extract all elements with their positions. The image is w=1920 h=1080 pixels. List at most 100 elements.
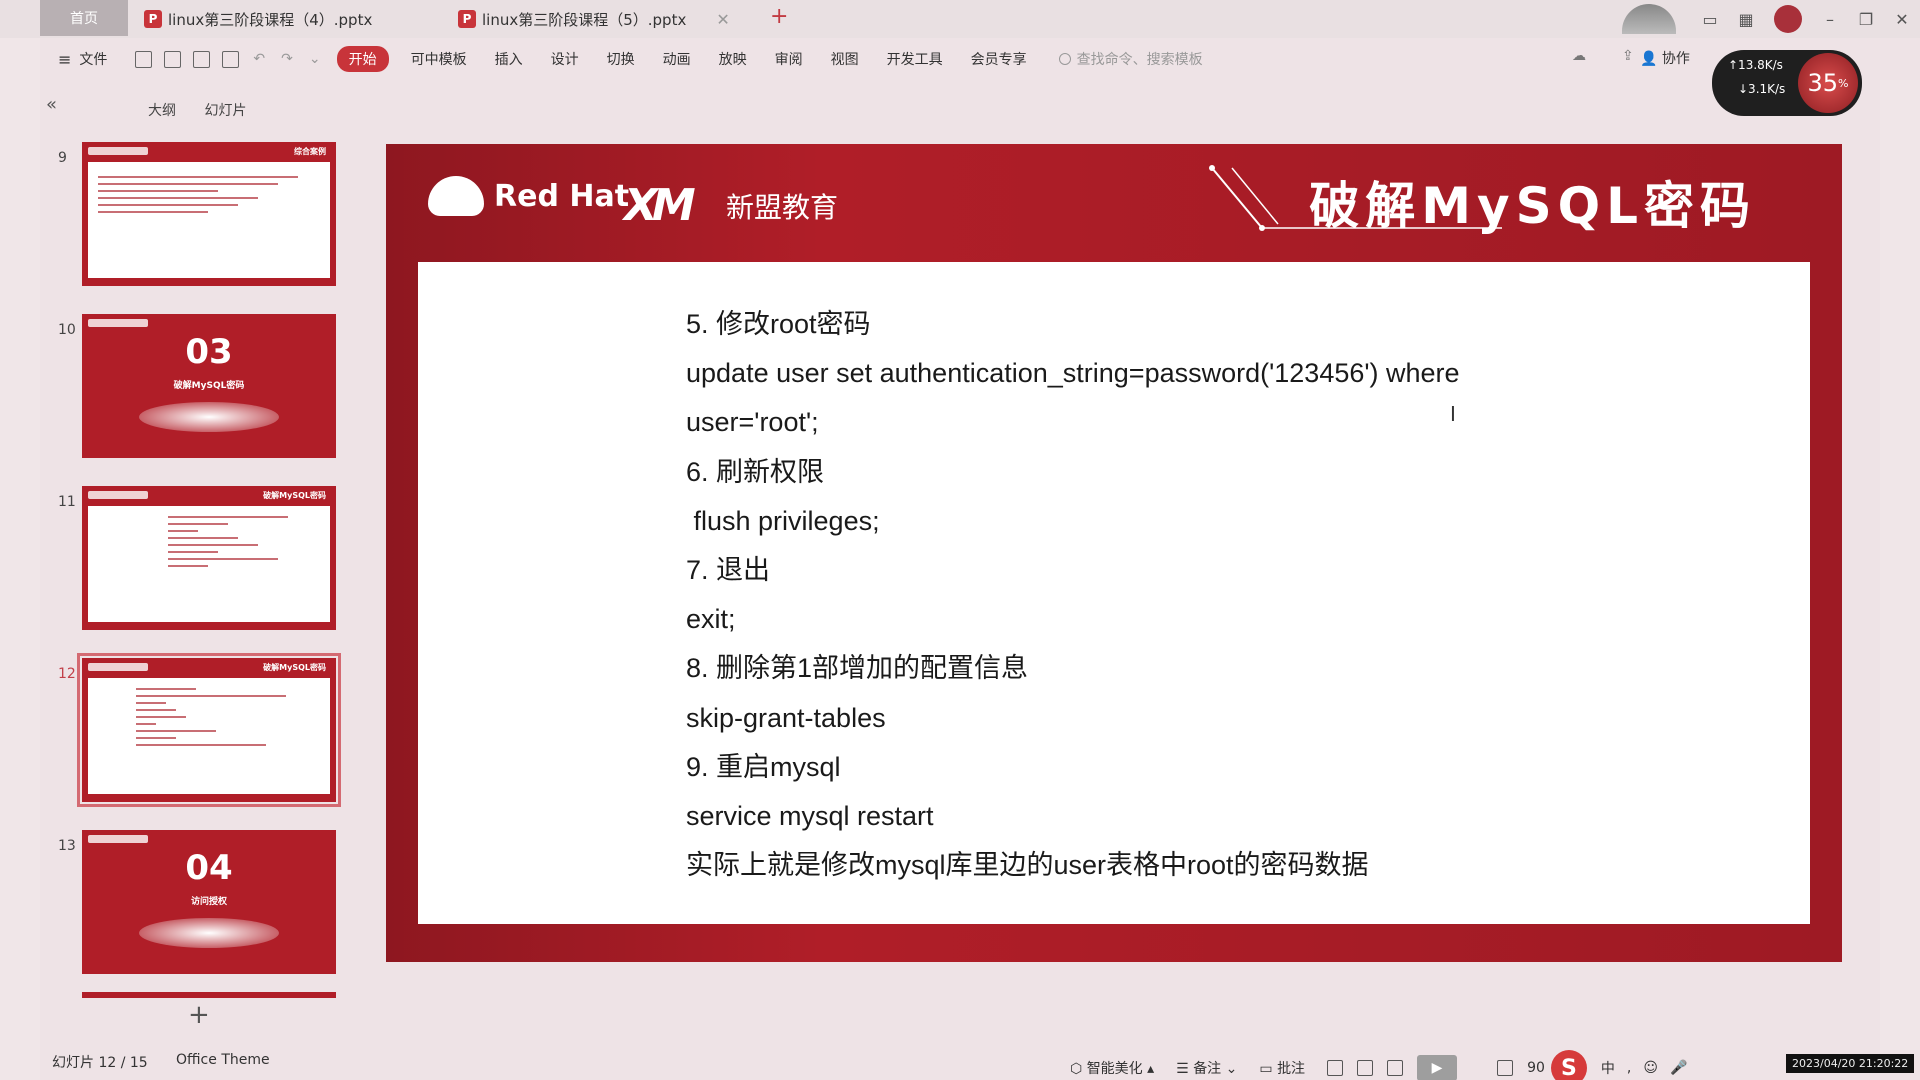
tab-home[interactable]: 开始 <box>336 46 389 72</box>
ime-punct-icon[interactable]: , <box>1627 1060 1631 1076</box>
slide-sorter-icon[interactable] <box>1357 1060 1374 1076</box>
slide-text-line: update user set authentication_string=pa… <box>686 358 1460 389</box>
thumb-body <box>88 678 330 794</box>
usage-gauge: 35% <box>1798 53 1858 113</box>
slide-text-line: 实际上就是修改mysql库里边的user表格中root的密码数据 <box>686 850 1369 881</box>
status-bar: 幻灯片 12 / 15 Office Theme ⬡ 智能美化 ▴ ☰ 备注 ⌄… <box>0 1046 1920 1080</box>
export-icon[interactable] <box>164 50 182 68</box>
thumb-title: 综合案例 <box>294 147 326 156</box>
ime-language[interactable]: 中 <box>1601 1058 1615 1078</box>
slide-thumbnail-row[interactable]: 13 04 访问授权 <box>40 830 350 976</box>
tab-outline[interactable]: 大纲 <box>148 103 176 119</box>
slide-thumbnail-row[interactable]: 9 综合案例 <box>40 142 350 288</box>
slide-text-box[interactable]: 5. 修改root密码 update user set authenticati… <box>686 300 1460 890</box>
add-slide-button[interactable]: + <box>188 1000 210 1030</box>
tab-transitions[interactable]: 切换 <box>607 49 635 69</box>
cooperate-label: 协作 <box>1661 51 1690 67</box>
tab-developer[interactable]: 开发工具 <box>887 49 943 69</box>
slide-text-line: user='root'; <box>686 407 819 438</box>
thumb-logo <box>88 491 148 499</box>
more-chevron-icon[interactable]: ⌄ <box>309 51 321 67</box>
tab-templates[interactable]: 可中模板 <box>411 49 467 69</box>
ime-logo-icon[interactable]: S <box>1550 1050 1587 1080</box>
slide-thumbnail-row[interactable]: 11 破解MySQL密码 <box>40 486 350 632</box>
smart-beautify-button[interactable]: ⬡ 智能美化 ▴ <box>1070 1058 1154 1078</box>
share-icon[interactable]: ⇪ <box>1622 48 1634 64</box>
close-tab-icon[interactable]: ✕ <box>716 10 729 29</box>
cooperate-button[interactable]: 👤 协作 <box>1640 48 1690 68</box>
undo-icon[interactable]: ↶ <box>253 51 265 67</box>
menu-file[interactable]: 文件 <box>79 49 107 69</box>
cloud-sync-icon[interactable]: ☁ <box>1572 48 1586 64</box>
panel-view-tabs: 大纲 幻灯片 <box>148 100 270 120</box>
tab-member[interactable]: 会员专享 <box>971 49 1027 69</box>
zoom-level[interactable]: 90 <box>1527 1060 1545 1076</box>
system-clock: 2023/04/20 21:20:22 <box>1786 1054 1915 1073</box>
slide-thumbnail-row[interactable]: 12 破解MySQL密码 <box>40 653 350 807</box>
slide-thumbnail[interactable]: 03 破解MySQL密码 <box>82 314 336 458</box>
tab-slides[interactable]: 幻灯片 <box>204 103 246 119</box>
slide-thumbnail[interactable]: 综合案例 <box>82 142 336 286</box>
tab-insert[interactable]: 插入 <box>495 49 523 69</box>
redo-icon[interactable]: ↷ <box>281 51 293 67</box>
slide-canvas[interactable]: Red Hat XM 新盟教育 破解MySQL密码 5. 修改root密码 up… <box>386 144 1842 962</box>
home-tab[interactable]: 首页 <box>40 0 128 36</box>
comments-button[interactable]: ▭ 批注 <box>1259 1058 1305 1078</box>
reading-view-icon[interactable] <box>1387 1060 1404 1076</box>
restore-icon[interactable]: ❐ <box>1848 10 1884 29</box>
minimize-icon[interactable]: – <box>1812 10 1848 29</box>
microphone-icon[interactable]: 🎤 <box>1670 1060 1687 1076</box>
slide-thumbnail[interactable]: 04 访问授权 <box>82 830 336 974</box>
ribbon-menu-bar: ≡ 文件 ↶ ↷ ⌄ 开始 可中模板 插入 设计 切换 动画 放映 审阅 视图 … <box>0 38 1920 80</box>
new-tab-button[interactable]: + <box>770 4 788 29</box>
slide-thumbnail-row[interactable]: 10 03 破解MySQL密码 <box>40 314 350 460</box>
slide-number: 12 <box>58 666 76 682</box>
theme-name[interactable]: Office Theme <box>176 1052 270 1068</box>
collapse-panel-icon[interactable]: « <box>46 94 57 115</box>
notes-button[interactable]: ☰ 备注 ⌄ <box>1176 1058 1237 1078</box>
slide-number: 10 <box>58 322 76 338</box>
doc-tab-1[interactable]: P linux第三阶段课程（4）.pptx <box>144 4 372 34</box>
play-slideshow-button[interactable]: ▶ <box>1417 1055 1458 1080</box>
status-bar-controls: ⬡ 智能美化 ▴ ☰ 备注 ⌄ ▭ 批注 ▶ 90 S 中 , ☺ 🎤 <box>1070 1050 1699 1080</box>
slide-text-line: 8. 删除第1部增加的配置信息 <box>686 653 1029 684</box>
slide-content-area[interactable]: 5. 修改root密码 update user set authenticati… <box>418 262 1810 924</box>
avatar[interactable] <box>1774 5 1802 33</box>
window-layout-icon[interactable]: ▭ <box>1692 10 1728 29</box>
person-icon: 👤 <box>1640 51 1658 67</box>
normal-view-icon[interactable] <box>1327 1060 1344 1076</box>
notes-label: 备注 <box>1193 1061 1222 1077</box>
slide-text-line: 9. 重启mysql <box>686 751 841 782</box>
print-preview-icon[interactable] <box>222 50 240 68</box>
fit-window-icon[interactable] <box>1497 1060 1514 1076</box>
close-window-icon[interactable]: ✕ <box>1884 10 1920 29</box>
tab-design[interactable]: 设计 <box>551 49 579 69</box>
slide-number: 13 <box>58 838 76 854</box>
emoji-icon[interactable]: ☺ <box>1643 1060 1658 1076</box>
download-speed: ↓3.1K/s <box>1738 82 1786 96</box>
slide-number: 9 <box>58 150 67 166</box>
save-icon[interactable] <box>135 50 153 68</box>
tab-view[interactable]: 视图 <box>831 49 859 69</box>
tab-animations[interactable]: 动画 <box>663 49 691 69</box>
command-search[interactable]: 查找命令、搜索模板 <box>1058 49 1203 69</box>
tab-slideshow[interactable]: 放映 <box>719 49 747 69</box>
doc-tab-2[interactable]: P linux第三阶段课程（5）.pptx ✕ <box>458 4 730 34</box>
slide-counter: 幻灯片 12 / 15 <box>52 1055 148 1071</box>
apps-grid-icon[interactable]: ▦ <box>1728 10 1764 29</box>
tab-review[interactable]: 审阅 <box>775 49 803 69</box>
slide-title[interactable]: 破解MySQL密码 <box>1309 166 1756 238</box>
thumb-section-title: 破解MySQL密码 <box>173 381 245 391</box>
thumb-logo <box>88 319 148 327</box>
next-thumbnail-peek <box>82 992 336 998</box>
print-icon[interactable] <box>193 50 211 68</box>
slide-text-line: service mysql restart <box>686 800 934 831</box>
slide-text-line: skip-grant-tables <box>686 702 886 733</box>
beautify-label: 智能美化 <box>1086 1061 1143 1077</box>
slide-thumbnail-selected[interactable]: 破解MySQL密码 <box>77 653 341 807</box>
hamburger-menu-icon[interactable]: ≡ <box>58 50 71 69</box>
slide-thumbnail[interactable]: 破解MySQL密码 <box>82 486 336 630</box>
pptx-file-icon: P <box>144 10 162 28</box>
thumb-logo <box>88 147 148 155</box>
user-cloud-icon[interactable] <box>1622 4 1676 34</box>
